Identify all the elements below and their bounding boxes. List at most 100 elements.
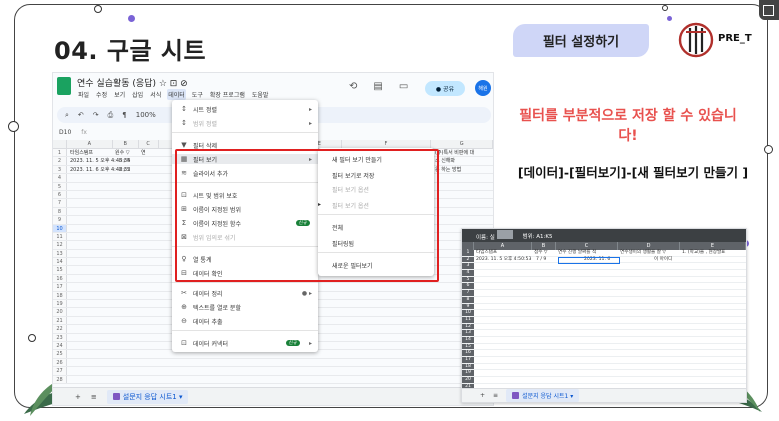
menu-edit[interactable]: 수정 [95, 89, 108, 100]
s2-all-sheets-button[interactable]: ≡ [493, 392, 498, 399]
menu-item-0[interactable]: ↕ 시트 정렬 ▸ [172, 104, 318, 114]
col-header-b[interactable]: B [113, 140, 139, 148]
s2-col-e[interactable]: E [680, 242, 746, 250]
row-number[interactable]: 15 [53, 266, 67, 274]
table-row[interactable]: 1 타임스탬프 점수 ▽ 연수 진행 날짜를 적 연수생이의 생활을 잘 ▽ 1. (학교… [462, 250, 746, 257]
table-row[interactable]: 26 [53, 358, 493, 368]
cell-d[interactable]: 이 아이디 [654, 257, 672, 263]
row-number[interactable]: 2 [462, 256, 474, 263]
comment-icon[interactable]: ▤ [373, 81, 382, 92]
submenu-item-0[interactable]: 새 필터 보기 만들기 [318, 154, 434, 164]
add-sheet-button[interactable]: + [75, 393, 81, 401]
table-row[interactable]: 18 [462, 363, 746, 371]
row-number[interactable]: 20 [462, 377, 474, 383]
meet-icon[interactable]: ▭ [399, 81, 408, 92]
cell-header-a[interactable]: 타임스탬프 [70, 149, 93, 157]
menu-item-11[interactable]: ✂ 데이터 정리 ● ▸ [172, 288, 318, 298]
menu-item-12[interactable]: ⊕ 텍스트를 열로 분할 [172, 302, 318, 312]
menu-item-7[interactable]: Σ 이름이 지정된 함수 신규 [172, 218, 318, 228]
cell-g[interactable]: 응 하는 방법 [435, 166, 461, 174]
name-box[interactable]: D10 [59, 129, 71, 136]
row-number[interactable]: 17 [462, 357, 474, 363]
row-number[interactable]: 2 [53, 157, 67, 165]
menu-extensions[interactable]: 확장 프로그램 [209, 89, 246, 100]
col-header-f[interactable]: F [342, 140, 432, 148]
cell-b[interactable]: 2 / 5 [119, 166, 130, 174]
avatar[interactable]: 해원 [475, 80, 491, 96]
row-number[interactable]: 18 [53, 291, 67, 300]
row-number[interactable]: 5 [462, 276, 474, 283]
submenu-item-1[interactable]: 필터 보기로 저장 [318, 170, 434, 180]
row-number[interactable]: 12 [462, 323, 474, 330]
row-number[interactable]: 8 [462, 296, 474, 303]
table-row[interactable]: 3 [462, 263, 746, 271]
menu-item-13[interactable]: ⊖ 데이터 추출 [172, 316, 318, 326]
row-number[interactable]: 1 [462, 250, 474, 256]
row-number[interactable]: 3 [53, 165, 67, 174]
table-row[interactable]: 8 [462, 296, 746, 304]
undo-icon[interactable]: ↶ [78, 111, 84, 119]
table-row[interactable]: 19 [462, 370, 746, 378]
menu-help[interactable]: 도움말 [251, 89, 270, 100]
share-button[interactable]: ● 공유 [425, 81, 465, 96]
fullscreen-icon[interactable] [759, 0, 779, 20]
row-number[interactable]: 27 [53, 367, 67, 375]
table-row[interactable]: 16 [462, 350, 746, 357]
menu-item-8[interactable]: ⊠ 범위 임의로 섞기 [172, 232, 318, 242]
menu-data[interactable]: 데이터 [167, 89, 186, 100]
row-number[interactable]: 10 [53, 224, 67, 232]
s2-col-d[interactable]: D [618, 242, 680, 250]
row-number[interactable]: 8 [53, 207, 67, 216]
cell-header-a[interactable]: 타임스탬프 [476, 250, 497, 256]
menu-item-6[interactable]: ⊞ 이름이 지정된 범위 [172, 204, 318, 214]
row-number[interactable]: 4 [53, 174, 67, 182]
table-row[interactable]: 9 [462, 303, 746, 311]
all-sheets-button[interactable]: ≡ [91, 393, 97, 401]
row-number[interactable]: 16 [53, 274, 67, 283]
table-row[interactable]: 20 [462, 377, 746, 384]
table-row[interactable]: 28 [53, 375, 493, 384]
submenu-item-3[interactable]: 필터 보기 옵션 [318, 200, 434, 210]
row-number[interactable]: 14 [53, 258, 67, 266]
table-row[interactable]: 14 [462, 336, 746, 344]
table-row[interactable]: 7 [462, 290, 746, 297]
cell-header-b[interactable]: 원수 ▽ [115, 149, 130, 157]
row-number[interactable]: 19 [462, 370, 474, 377]
row-number[interactable]: 13 [53, 249, 67, 258]
submenu-item-4[interactable]: 전체 [318, 222, 434, 232]
row-number[interactable]: 28 [53, 375, 67, 383]
paint-format-icon[interactable]: ¶ [122, 111, 126, 119]
row-number[interactable]: 25 [53, 350, 67, 358]
menu-item-1[interactable]: ↕ 범위 정렬 ▸ [172, 118, 318, 128]
row-number[interactable]: 9 [53, 216, 67, 224]
table-row[interactable]: 10 [462, 310, 746, 317]
table-row[interactable]: 5 [462, 276, 746, 284]
sheet-tab-responses[interactable]: 설문지 응답 시트1 ▾ [106, 389, 189, 404]
history-icon[interactable]: ⟲ [349, 81, 357, 92]
row-number[interactable]: 3 [462, 263, 474, 270]
table-row[interactable]: 27 [53, 367, 493, 376]
table-row[interactable]: 2 2023. 11. 5 오후 4:50:53 7 / 9 2023. 11. 6이… [462, 256, 746, 264]
s2-corner-cell[interactable] [462, 242, 474, 250]
submenu-item-6[interactable]: 새로운 필터보기 [318, 260, 434, 270]
table-row[interactable]: 13 [462, 330, 746, 337]
row-number[interactable]: 18 [462, 363, 474, 370]
submenu-item-2[interactable]: 필터 보기 옵션 [318, 184, 434, 194]
sheets-logo-icon[interactable] [57, 77, 71, 95]
s2-col-c[interactable]: C [556, 242, 618, 250]
menu-item-3[interactable]: ▦ 필터 보기 ▸ [172, 154, 318, 164]
search-icon[interactable]: ⌕ [65, 111, 69, 120]
row-number[interactable]: 21 [53, 316, 67, 325]
s2-col-b[interactable]: B [532, 242, 556, 250]
col-header-g[interactable]: G [431, 140, 493, 148]
row-number[interactable]: 26 [53, 358, 67, 367]
menu-format[interactable]: 서식 [149, 89, 162, 100]
menu-item-4[interactable]: ≋ 슬라이서 추가 [172, 168, 318, 178]
table-row[interactable]: 17 [462, 357, 746, 364]
col-header-c[interactable]: C [139, 140, 159, 148]
filter-name-field[interactable] [496, 230, 513, 239]
row-number[interactable]: 20 [53, 308, 67, 316]
s2-col-a[interactable]: A [474, 242, 532, 250]
table-row[interactable]: 4 [462, 270, 746, 277]
filter-view-name[interactable]: 이름: 실 [476, 230, 513, 241]
